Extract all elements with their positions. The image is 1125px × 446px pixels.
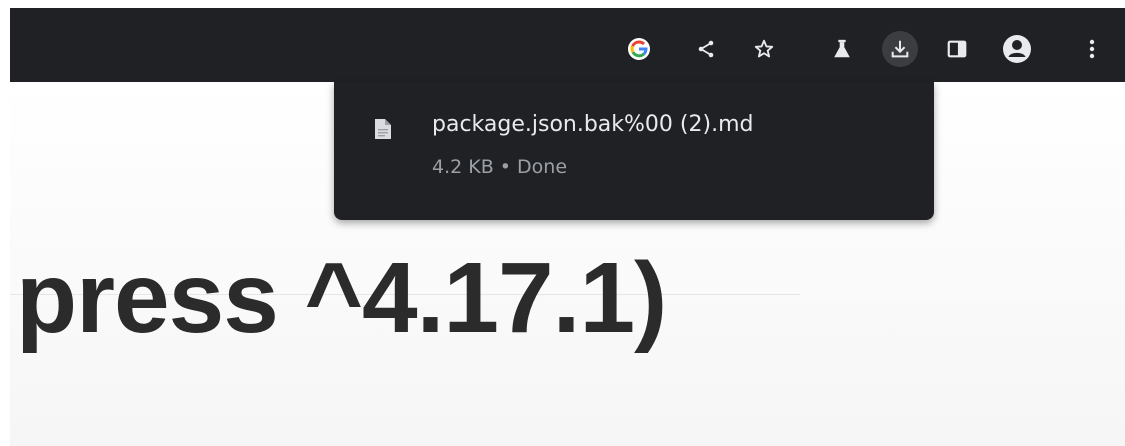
profile-avatar-icon[interactable] xyxy=(999,31,1035,67)
download-bubble: package.json.bak%00 (2).md 4.2 KB • Done xyxy=(334,82,934,220)
more-menu-icon[interactable] xyxy=(1074,31,1110,67)
download-status: 4.2 KB • Done xyxy=(432,156,568,178)
share-icon[interactable] xyxy=(688,31,724,67)
bookmark-star-icon[interactable] xyxy=(746,31,782,67)
browser-toolbar xyxy=(10,8,1125,82)
google-lens-icon[interactable] xyxy=(621,31,657,67)
file-icon xyxy=(374,118,392,144)
download-file-name[interactable]: package.json.bak%00 (2).md xyxy=(432,112,753,137)
window-edge xyxy=(0,0,10,446)
side-panel-icon[interactable] xyxy=(939,31,975,67)
labs-flask-icon[interactable] xyxy=(824,31,860,67)
page-heading: press ^4.17.1) xyxy=(16,242,667,354)
download-icon[interactable] xyxy=(882,31,918,67)
